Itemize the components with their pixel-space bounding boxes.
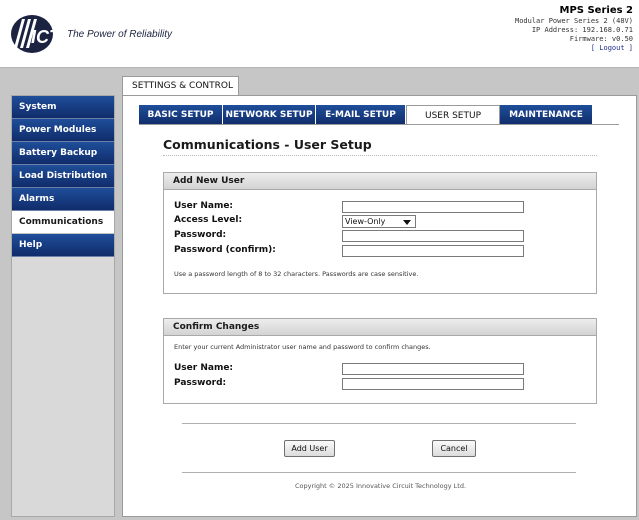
firmware-version: Firmware: v0.50 [569, 35, 633, 43]
admin-password-label: Password: [174, 378, 227, 388]
add-user-button[interactable]: Add User [284, 440, 335, 457]
new-password-confirm-input[interactable] [342, 245, 524, 257]
new-user-name-input[interactable] [342, 201, 524, 213]
chevron-down-icon [403, 220, 411, 225]
admin-user-name-label: User Name: [174, 363, 234, 373]
page-title: Communications - User Setup [163, 137, 372, 152]
new-password-row: Password: [174, 230, 584, 243]
divider-bottom [182, 472, 576, 473]
tab-user-setup[interactable]: USER SETUP [406, 105, 500, 125]
confirm-changes-section: Confirm Changes Enter your current Admin… [163, 318, 597, 404]
logout-link[interactable]: [ Logout ] [515, 44, 633, 53]
setup-tabs: BASIC SETUP NETWORK SETUP E-MAIL SETUP U… [139, 105, 593, 125]
add-new-user-heading: Add New User [164, 173, 596, 190]
admin-password-row: Password: [174, 378, 584, 391]
header: ICT The Power of Reliability MPS Series … [0, 0, 639, 68]
ict-logo-icon: ICT [11, 15, 60, 53]
tagline: The Power of Reliability [67, 29, 173, 40]
tab-email-setup[interactable]: E-MAIL SETUP [316, 105, 406, 125]
confirm-changes-heading: Confirm Changes [164, 319, 596, 336]
sidebar-item-battery-backup[interactable]: Battery Backup [12, 142, 114, 165]
tab-basic-setup[interactable]: BASIC SETUP [139, 105, 223, 125]
sidebar-item-communications[interactable]: Communications [12, 211, 114, 234]
main-panel: BASIC SETUP NETWORK SETUP E-MAIL SETUP U… [122, 95, 637, 517]
tab-network-setup[interactable]: NETWORK SETUP [223, 105, 316, 125]
password-rules-note: Use a password length of 8 to 32 charact… [174, 270, 419, 278]
tab-settings-control[interactable]: SETTINGS & CONTROL [122, 76, 239, 96]
new-password-label: Password: [174, 230, 227, 240]
access-level-row: Access Level: View-Only [174, 215, 584, 228]
admin-user-name-row: User Name: [174, 363, 584, 376]
new-password-confirm-row: Password (confirm): [174, 245, 584, 258]
new-password-input[interactable] [342, 230, 524, 242]
tab-maintenance[interactable]: MAINTENANCE [500, 105, 593, 125]
title-divider [163, 155, 597, 156]
sidebar-item-system[interactable]: System [12, 96, 114, 119]
tab-divider [139, 124, 619, 125]
product-model: Modular Power Series 2 (48V) [514, 17, 633, 25]
product-info: MPS Series 2 Modular Power Series 2 (48V… [515, 5, 633, 53]
copyright: Copyright © 2025 Innovative Circuit Tech… [294, 482, 467, 490]
new-password-confirm-label: Password (confirm): [174, 245, 276, 255]
cancel-button[interactable]: Cancel [432, 440, 476, 457]
product-series: MPS Series 2 [559, 5, 633, 16]
confirm-changes-note: Enter your current Administrator user na… [174, 343, 431, 351]
sidebar-item-load-distribution[interactable]: Load Distribution [12, 165, 114, 188]
ip-address: IP Address: 192.168.0.71 [531, 26, 633, 34]
access-level-value: View-Only [345, 217, 386, 226]
sidebar-item-power-modules[interactable]: Power Modules [12, 119, 114, 142]
divider-top [182, 423, 576, 424]
add-new-user-section: Add New User User Name: Access Level: Vi… [163, 172, 597, 294]
new-user-name-row: User Name: [174, 201, 584, 214]
new-user-name-label: User Name: [174, 201, 234, 211]
access-level-label: Access Level: [174, 215, 243, 225]
access-level-select[interactable]: View-Only [342, 215, 416, 228]
admin-password-input[interactable] [342, 378, 524, 390]
sidebar-item-help[interactable]: Help [12, 234, 114, 257]
sidebar: System Power Modules Battery Backup Load… [11, 95, 115, 517]
admin-user-name-input[interactable] [342, 363, 524, 375]
svg-text:ICT: ICT [31, 27, 60, 47]
sidebar-item-alarms[interactable]: Alarms [12, 188, 114, 211]
